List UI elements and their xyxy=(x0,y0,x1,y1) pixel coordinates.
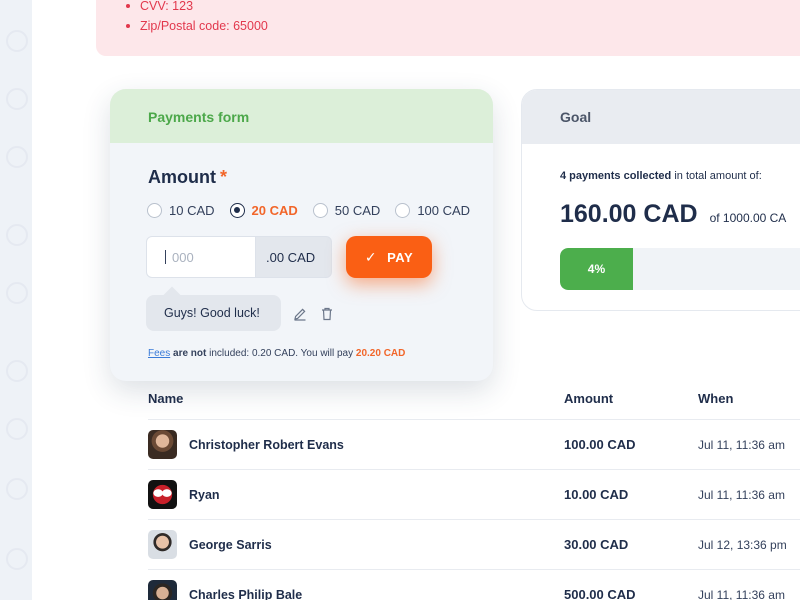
fees-text: included: 0.20 CAD. You will pay xyxy=(206,348,356,359)
pencil-icon[interactable] xyxy=(293,307,307,326)
fees-link[interactable]: Fees xyxy=(148,348,170,359)
payment-amount: 100.00 CAD xyxy=(564,437,636,452)
comment-bubble[interactable]: Guys! Good luck! xyxy=(146,295,281,331)
decor-icon xyxy=(6,88,28,110)
check-icon: ✓ xyxy=(364,248,378,265)
table-header: Name Amount When xyxy=(148,378,800,420)
row-name-cell: Christopher Robert Evans xyxy=(148,430,564,459)
payment-time: Jul 11, 11:36 am xyxy=(698,487,785,502)
goal-amount: 160.00 CAD of 1000.00 CA xyxy=(560,200,786,229)
fees-not-included: are not xyxy=(173,348,207,359)
amount-option-label: 10 CAD xyxy=(169,203,215,218)
avatar xyxy=(148,580,177,600)
amount-input[interactable]: 000 xyxy=(146,236,256,278)
payments-table: Name Amount When Christopher Robert Evan… xyxy=(148,378,800,600)
payment-amount: 500.00 CAD xyxy=(564,587,636,600)
goal-collected-count: 4 payments collected xyxy=(560,170,672,182)
payment-time: Jul 11, 11:36 am xyxy=(698,437,785,452)
decor-icon xyxy=(6,224,28,246)
row-name-cell: George Sarris xyxy=(148,530,564,559)
row-name-cell: Ryan xyxy=(148,480,564,509)
table-row[interactable]: Charles Philip Bale 500.00 CAD Jul 11, 1… xyxy=(148,570,800,600)
payment-time: Jul 11, 11:36 am xyxy=(698,587,785,600)
payer-name: Ryan xyxy=(189,487,220,502)
payment-amount: 10.00 CAD xyxy=(564,487,629,502)
payment-amount: 30.00 CAD xyxy=(564,537,629,552)
payer-name: George Sarris xyxy=(189,537,272,552)
goal-summary: 4 payments collected in total amount of: xyxy=(560,170,762,182)
row-name-cell: Charles Philip Bale xyxy=(148,580,564,600)
column-when[interactable]: When xyxy=(698,391,800,406)
payment-time: Jul 12, 13:36 pm xyxy=(698,537,787,552)
error-item: CVV: 123 xyxy=(126,0,268,16)
avatar xyxy=(148,530,177,559)
goal-card: Goal 4 payments collected in total amoun… xyxy=(521,89,800,311)
avatar xyxy=(148,430,177,459)
decor-icon xyxy=(6,282,28,304)
pay-button[interactable]: ✓ PAY xyxy=(346,236,432,278)
table-row[interactable]: George Sarris 30.00 CAD Jul 12, 13:36 pm xyxy=(148,520,800,570)
column-amount[interactable]: Amount xyxy=(564,391,698,406)
payments-form-title: Payments form xyxy=(110,89,493,143)
goal-progress-bar: 4% xyxy=(560,248,800,290)
table-row[interactable]: Christopher Robert Evans 100.00 CAD Jul … xyxy=(148,420,800,470)
payer-name: Charles Philip Bale xyxy=(189,587,303,600)
decor-icon xyxy=(6,418,28,440)
amount-option-label: 50 CAD xyxy=(334,203,381,218)
radio-icon[interactable] xyxy=(147,203,162,218)
amount-label-text: Amount xyxy=(148,167,216,187)
payments-form-card: Payments form Amount * 10 CAD 20 CAD 50 C… xyxy=(110,89,493,381)
text-caret xyxy=(165,250,166,264)
amount-option-50[interactable]: 50 CAD xyxy=(312,203,381,218)
required-mark: * xyxy=(219,167,227,187)
decor-icon xyxy=(6,548,28,570)
amount-suffix: .00 CAD xyxy=(256,236,332,278)
trash-icon[interactable] xyxy=(321,307,333,326)
goal-summary-rest: in total amount of: xyxy=(671,170,762,182)
radio-selected-icon[interactable] xyxy=(229,203,245,218)
amount-label: Amount * xyxy=(148,167,227,188)
amount-options: 10 CAD 20 CAD 50 CAD 100 CAD xyxy=(147,203,485,218)
goal-collected-amount: 160.00 CAD xyxy=(560,200,698,228)
decor-icon xyxy=(6,360,28,382)
error-item: Zip/Postal code: 65000 xyxy=(126,16,268,36)
goal-title: Goal xyxy=(522,90,800,144)
fees-note: Fees are not included: 0.20 CAD. You wil… xyxy=(148,348,405,359)
amount-option-100[interactable]: 100 CAD xyxy=(395,203,470,218)
error-summary: CVV: 123 Zip/Postal code: 65000 xyxy=(96,0,800,56)
fees-total: 20.20 CAD xyxy=(355,348,406,359)
pay-button-label: PAY xyxy=(387,249,414,265)
avatar xyxy=(148,480,177,509)
column-name[interactable]: Name xyxy=(148,391,564,406)
left-gutter xyxy=(0,0,32,600)
amount-option-label: 20 CAD xyxy=(251,203,298,218)
decor-icon xyxy=(6,146,28,168)
payer-name: Christopher Robert Evans xyxy=(189,437,344,452)
goal-target: of 1000.00 CA xyxy=(709,211,787,225)
goal-progress-fill: 4% xyxy=(560,248,633,290)
radio-icon[interactable] xyxy=(395,203,411,218)
decor-icon xyxy=(6,478,28,500)
amount-placeholder: 000 xyxy=(172,249,194,265)
amount-option-10[interactable]: 10 CAD xyxy=(147,203,215,218)
amount-option-20[interactable]: 20 CAD xyxy=(229,203,298,218)
amount-option-label: 100 CAD xyxy=(417,203,471,218)
radio-icon[interactable] xyxy=(312,203,328,218)
decor-icon xyxy=(6,30,28,52)
table-row[interactable]: Ryan 10.00 CAD Jul 11, 11:36 am xyxy=(148,470,800,520)
